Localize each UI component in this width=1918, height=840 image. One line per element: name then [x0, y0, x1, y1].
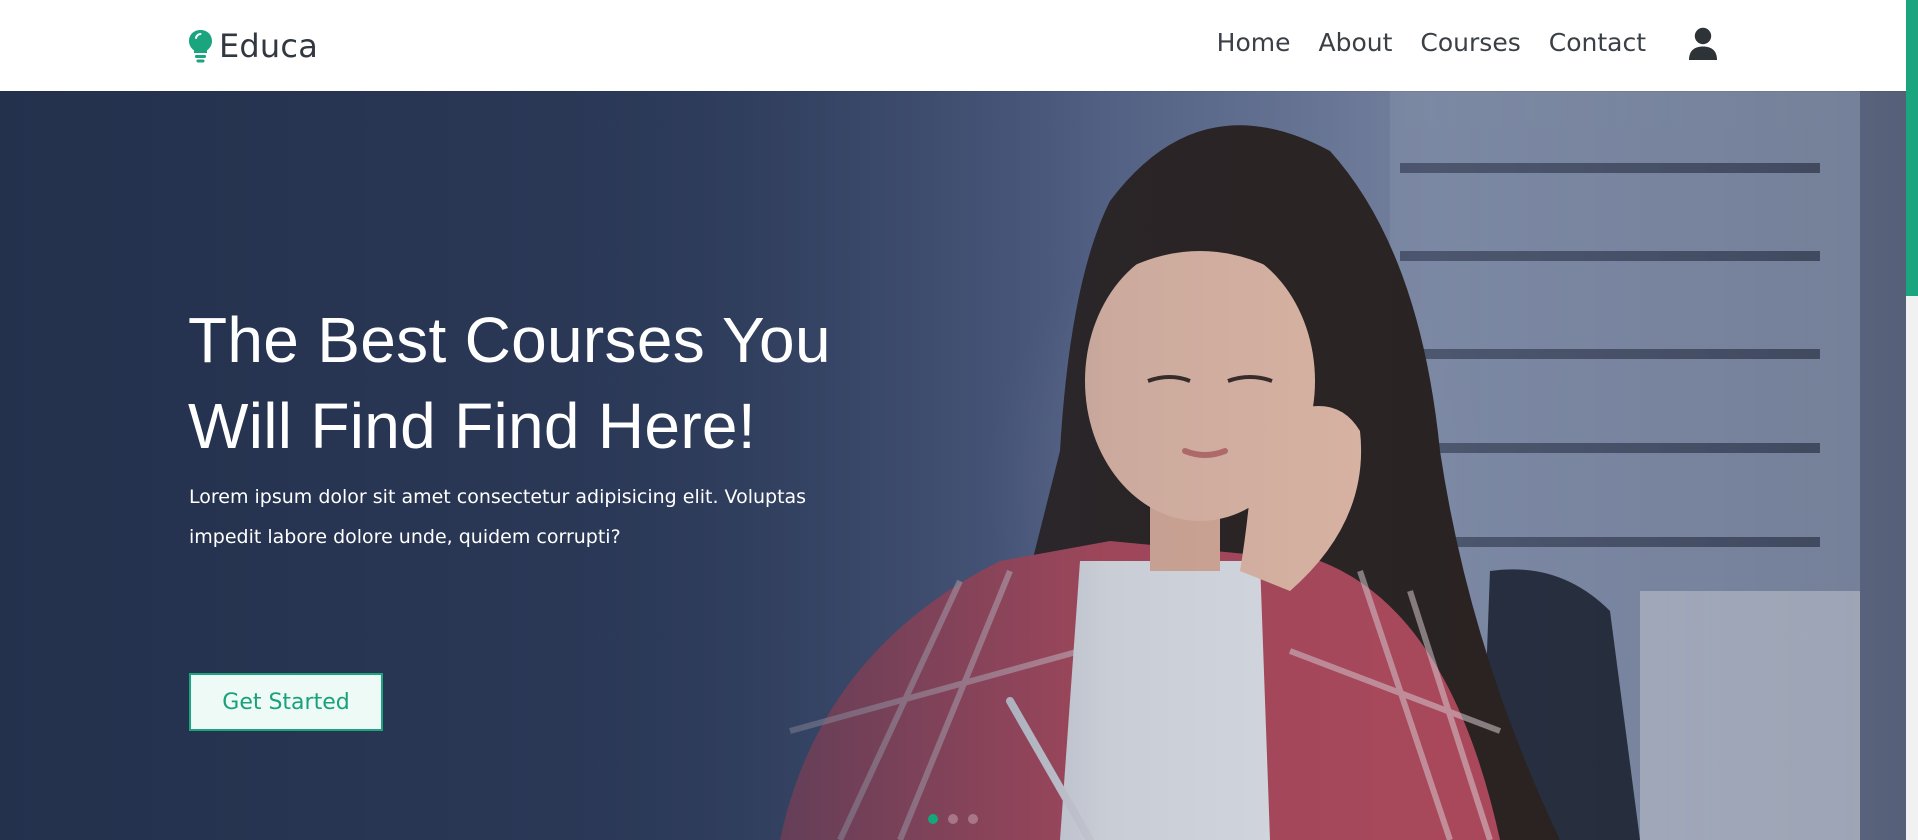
page-scrollbar[interactable] [1906, 0, 1918, 840]
nav-courses[interactable]: Courses [1420, 28, 1520, 57]
logo-link[interactable]: Educa [188, 27, 318, 65]
hero-description-line-2: impedit labore dolore unde, quidem corru… [189, 526, 621, 548]
nav-home[interactable]: Home [1217, 28, 1291, 57]
hero-title-line-1: The Best Courses You [188, 304, 831, 376]
page: Educa Home About Courses Contact The Bes… [0, 0, 1906, 840]
hero-title-line-2: Will Find Find Here! [188, 390, 756, 462]
main-nav: Home About Courses Contact [1217, 28, 1646, 57]
hero-description-line-1: Lorem ipsum dolor sit amet consectetur a… [189, 486, 807, 508]
get-started-button[interactable]: Get Started [189, 673, 383, 731]
user-icon[interactable] [1688, 27, 1718, 61]
carousel-dot-3[interactable] [968, 814, 978, 824]
carousel-dots [928, 814, 978, 824]
hero-description: Lorem ipsum dolor sit amet consectetur a… [189, 477, 829, 557]
site-header: Educa Home About Courses Contact [0, 0, 1906, 91]
carousel-dot-2[interactable] [948, 814, 958, 824]
scrollbar-thumb[interactable] [1906, 0, 1918, 296]
brand-name: Educa [219, 27, 319, 65]
hero-title: The Best Courses You Will Find Find Here… [188, 297, 908, 469]
nav-contact[interactable]: Contact [1549, 28, 1646, 57]
nav-about[interactable]: About [1319, 28, 1393, 57]
lightbulb-icon [189, 30, 212, 63]
carousel-dot-1[interactable] [928, 814, 938, 824]
hero-section: The Best Courses You Will Find Find Here… [0, 91, 1906, 840]
